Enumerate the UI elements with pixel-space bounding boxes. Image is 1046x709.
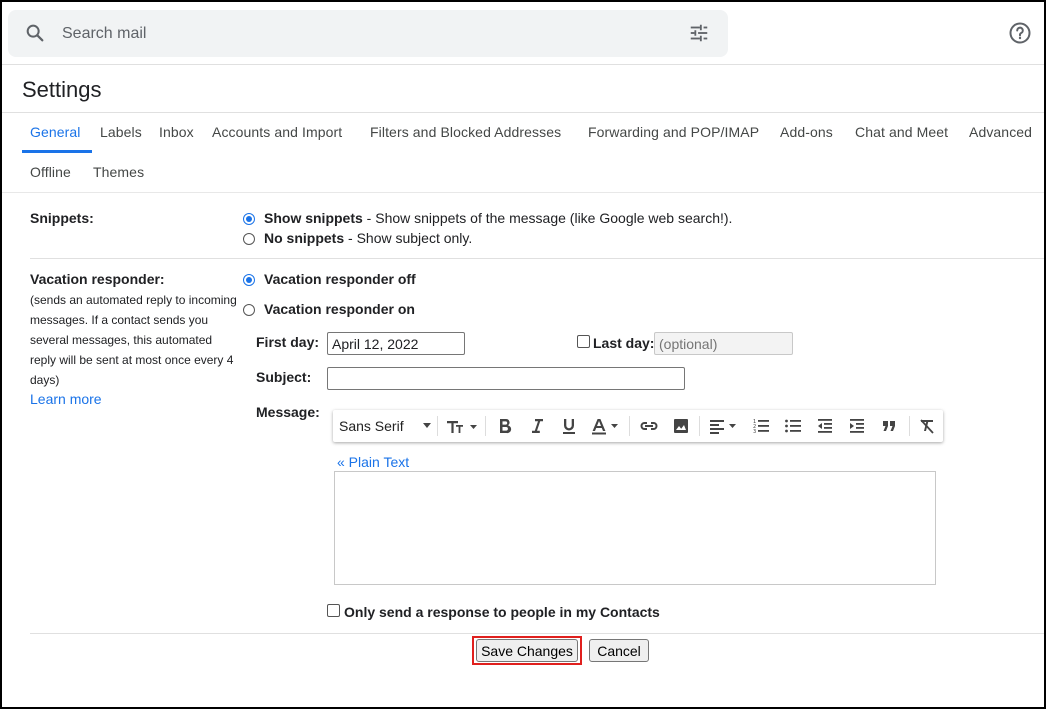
link-icon[interactable] bbox=[637, 415, 661, 437]
toolbar-separator bbox=[699, 416, 700, 436]
vacation-responder-label: Vacation responder: bbox=[30, 271, 165, 287]
italic-icon[interactable] bbox=[525, 415, 549, 437]
no-snippets-option: No snippets - Show subject only. bbox=[264, 230, 472, 246]
page-title: Settings bbox=[22, 77, 102, 102]
toolbar-separator bbox=[485, 416, 486, 436]
quote-icon[interactable] bbox=[877, 415, 901, 437]
learn-more-link[interactable]: Learn more bbox=[30, 391, 102, 407]
save-changes-button[interactable]: Save Changes bbox=[476, 639, 578, 662]
tab-filters-and-blocked-addresses[interactable]: Filters and Blocked Addresses bbox=[370, 124, 561, 140]
last-day-label: Last day: bbox=[593, 335, 655, 351]
message-body-editor[interactable] bbox=[334, 471, 936, 585]
align-icon[interactable] bbox=[707, 415, 741, 437]
font-family-select[interactable]: Sans Serif bbox=[339, 415, 433, 437]
tab-advanced[interactable]: Advanced bbox=[969, 124, 1032, 140]
show-snippets-option: Show snippets - Show snippets of the mes… bbox=[264, 210, 732, 226]
first-day-field[interactable] bbox=[327, 332, 465, 355]
search-input[interactable] bbox=[62, 22, 662, 46]
show-snippets-description: - Show snippets of the message (like Goo… bbox=[362, 210, 733, 226]
last-day-field[interactable] bbox=[654, 332, 793, 355]
tab-labels[interactable]: Labels bbox=[100, 124, 142, 140]
tab-chat-and-meet[interactable]: Chat and Meet bbox=[855, 124, 948, 140]
no-snippets-radio[interactable] bbox=[243, 233, 255, 245]
tab-offline[interactable]: Offline bbox=[30, 164, 71, 180]
search-options-icon[interactable] bbox=[688, 22, 710, 44]
svg-text:3: 3 bbox=[753, 429, 756, 435]
last-day-checkbox[interactable] bbox=[577, 335, 590, 348]
search-icon[interactable] bbox=[24, 22, 46, 44]
tab-themes[interactable]: Themes bbox=[93, 164, 144, 180]
first-day-label: First day: bbox=[256, 334, 320, 350]
indent-more-icon[interactable] bbox=[845, 415, 869, 437]
divider bbox=[2, 192, 1044, 193]
toolbar-separator bbox=[629, 416, 630, 436]
indent-less-icon[interactable] bbox=[813, 415, 837, 437]
underline-icon[interactable] bbox=[557, 415, 581, 437]
divider bbox=[2, 112, 1044, 113]
text-color-icon[interactable] bbox=[589, 415, 623, 437]
vacation-off-radio[interactable] bbox=[243, 274, 255, 286]
vacation-on-radio[interactable] bbox=[243, 304, 255, 316]
vacation-off-label: Vacation responder off bbox=[264, 271, 416, 287]
message-label: Message: bbox=[256, 404, 320, 420]
cancel-button[interactable]: Cancel bbox=[589, 639, 649, 662]
divider bbox=[30, 633, 1044, 634]
active-tab-indicator bbox=[22, 150, 92, 153]
font-family-value: Sans Serif bbox=[339, 418, 404, 434]
no-snippets-description: - Show subject only. bbox=[344, 230, 473, 246]
subject-label: Subject: bbox=[256, 369, 312, 385]
toolbar-separator bbox=[437, 416, 438, 436]
snippets-label: Snippets: bbox=[30, 210, 94, 226]
dropdown-arrow-icon bbox=[423, 423, 431, 428]
font-size-icon[interactable] bbox=[443, 415, 481, 437]
numbered-list-icon[interactable]: 123 bbox=[749, 415, 773, 437]
contacts-only-label: Only send a response to people in my Con… bbox=[344, 604, 660, 620]
toolbar-separator bbox=[909, 416, 910, 436]
show-snippets-label: Show snippets bbox=[264, 210, 363, 226]
show-snippets-radio[interactable] bbox=[243, 213, 255, 225]
subject-field[interactable] bbox=[327, 367, 685, 390]
tab-inbox[interactable]: Inbox bbox=[159, 124, 194, 140]
formatting-toolbar: Sans Serif 123 bbox=[333, 410, 943, 442]
tab-forwarding-and-pop-imap[interactable]: Forwarding and POP/IMAP bbox=[588, 124, 759, 140]
vacation-on-label: Vacation responder on bbox=[264, 301, 415, 317]
tab-general[interactable]: General bbox=[30, 124, 81, 140]
vacation-responder-description: (sends an automated reply to incoming me… bbox=[30, 293, 237, 387]
divider bbox=[2, 64, 1044, 65]
bulleted-list-icon[interactable] bbox=[781, 415, 805, 437]
insert-image-icon[interactable] bbox=[669, 415, 693, 437]
remove-formatting-icon[interactable] bbox=[915, 415, 939, 437]
divider bbox=[30, 258, 1044, 259]
help-icon[interactable] bbox=[1008, 21, 1032, 45]
no-snippets-label: No snippets bbox=[264, 230, 345, 246]
contacts-only-checkbox[interactable] bbox=[327, 604, 340, 617]
tab-add-ons[interactable]: Add-ons bbox=[780, 124, 833, 140]
plain-text-link[interactable]: « Plain Text bbox=[337, 454, 409, 470]
bold-icon[interactable] bbox=[493, 415, 517, 437]
tab-accounts-and-import[interactable]: Accounts and Import bbox=[212, 124, 342, 140]
